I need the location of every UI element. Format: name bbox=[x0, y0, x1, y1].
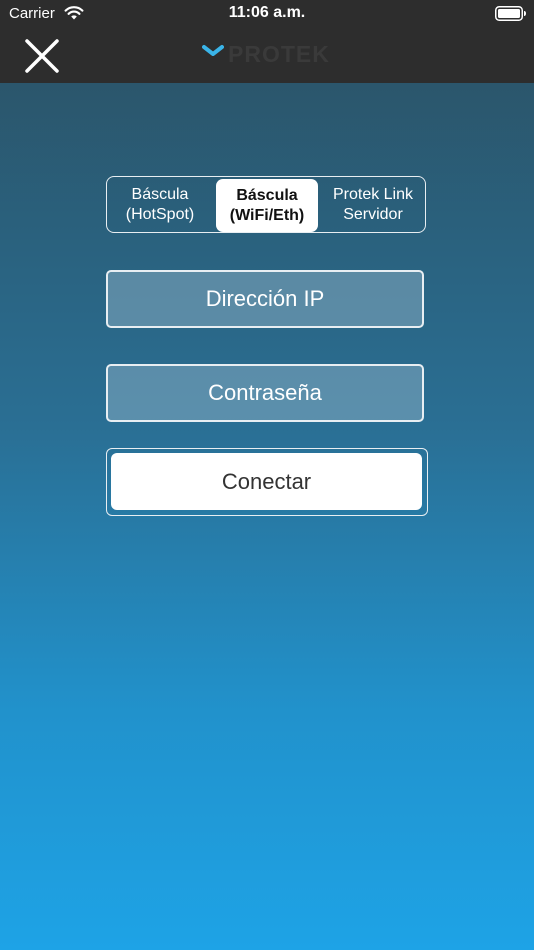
logo-text: PROTEK bbox=[228, 41, 330, 67]
connect-button[interactable]: Conectar bbox=[111, 453, 422, 510]
segment-protek-link[interactable]: Protek Link Servidor bbox=[321, 177, 425, 232]
password-field[interactable]: Contraseña bbox=[106, 364, 424, 422]
header-bar: Carrier 11:06 a.m. PROTEK bbox=[0, 0, 534, 83]
segment-hotspot[interactable]: Báscula (HotSpot) bbox=[107, 177, 213, 232]
clock: 11:06 a.m. bbox=[228, 4, 306, 21]
protek-logo: PROTEK bbox=[202, 40, 332, 67]
connect-button-frame: Conectar bbox=[106, 448, 428, 516]
connection-type-selector: Báscula (HotSpot) Báscula (WiFi/Eth) Pro… bbox=[106, 176, 426, 233]
chevron-logo-icon bbox=[202, 45, 224, 56]
battery-icon bbox=[495, 6, 526, 21]
close-icon[interactable] bbox=[24, 38, 60, 74]
status-bar: Carrier 11:06 a.m. bbox=[0, 0, 534, 28]
ip-address-field[interactable]: Dirección IP bbox=[106, 270, 424, 328]
segment-wifi-eth[interactable]: Báscula (WiFi/Eth) bbox=[216, 179, 318, 232]
